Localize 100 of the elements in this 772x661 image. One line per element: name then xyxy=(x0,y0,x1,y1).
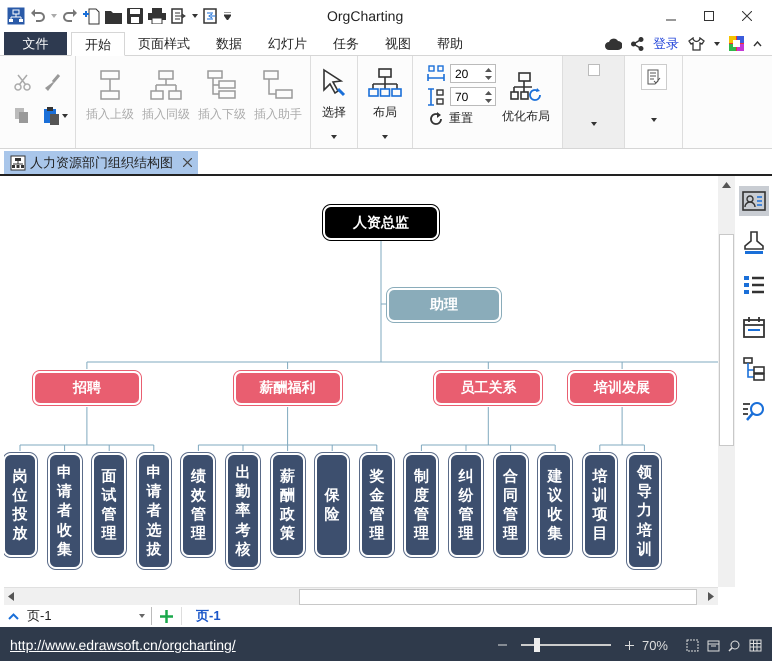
spin-field[interactable]: 20 xyxy=(450,64,496,83)
org-node[interactable]: 领导力培训 xyxy=(629,455,660,567)
vertical-spacing-icon xyxy=(427,88,445,106)
login-link[interactable]: 登录 xyxy=(653,34,679,52)
vertical-scrollbar[interactable] xyxy=(718,176,735,587)
window-title: OrgCharting xyxy=(326,8,404,24)
org-node[interactable]: 薪酬政策 xyxy=(272,455,303,555)
zoom-icon[interactable] xyxy=(728,638,741,652)
menu-tab[interactable]: 帮助 xyxy=(424,32,476,55)
side-panel-button[interactable] xyxy=(738,186,768,216)
reset-button[interactable]: 重置 xyxy=(427,110,492,127)
calendar-icon xyxy=(742,316,764,338)
document-tab[interactable]: 人力资源部门组织结构图 xyxy=(4,151,198,174)
org-node[interactable]: 出勤率考核 xyxy=(228,455,258,567)
org-layout-icon xyxy=(368,68,402,98)
redo-icon[interactable] xyxy=(62,8,78,24)
close-icon[interactable] xyxy=(742,11,752,21)
save-icon[interactable] xyxy=(127,8,143,24)
zoom-percentage: 70% xyxy=(642,638,668,652)
org-node[interactable]: 保险 xyxy=(317,455,348,555)
menu-tab[interactable]: 视图 xyxy=(372,32,424,55)
select-button[interactable]: 选择 xyxy=(319,66,349,141)
brush-icon xyxy=(742,231,764,255)
org-node[interactable]: 面试管理 xyxy=(94,455,124,555)
expand-up-icon[interactable] xyxy=(8,612,19,620)
org-node[interactable]: 制度管理 xyxy=(406,455,436,555)
search-icon xyxy=(742,400,766,422)
org-refresh-icon xyxy=(510,72,542,102)
cloud-icon[interactable] xyxy=(605,38,622,50)
spin-field[interactable]: 70 xyxy=(450,87,496,106)
copy-icon[interactable] xyxy=(14,107,30,124)
document-check-icon xyxy=(646,69,660,85)
org-node[interactable]: 纠纷管理 xyxy=(451,455,481,555)
menu-tab[interactable]: 幻灯片 xyxy=(255,32,320,55)
tree-structure-icon xyxy=(742,357,764,381)
refresh-icon xyxy=(429,112,443,126)
org-node[interactable]: 绩效管理 xyxy=(183,455,214,555)
org-node[interactable]: 培训项目 xyxy=(584,455,615,555)
checkbox[interactable] xyxy=(588,64,600,76)
website-link[interactable]: http://www.edrawsoft.cn/orgcharting/ xyxy=(10,637,236,653)
caret-icon[interactable] xyxy=(590,122,596,126)
page-view-icon[interactable] xyxy=(707,638,720,652)
scroll-up-icon[interactable] xyxy=(722,182,731,188)
optimize-layout-button[interactable]: 优化布局 xyxy=(500,64,552,127)
undo-icon[interactable] xyxy=(30,8,46,24)
horizontal-spacing-icon xyxy=(427,64,445,82)
caret-icon xyxy=(139,614,145,618)
caret-icon[interactable] xyxy=(650,118,656,122)
org-node[interactable]: 申请者选拔 xyxy=(138,455,169,567)
format-painter-icon[interactable] xyxy=(44,74,61,91)
fit-page-icon[interactable] xyxy=(686,638,699,652)
shirt-icon[interactable] xyxy=(688,36,705,50)
collapse-ribbon-icon[interactable] xyxy=(753,40,762,46)
add-page-icon[interactable] xyxy=(160,610,173,622)
org-node[interactable]: 人资总监 xyxy=(325,207,437,238)
menu-tab[interactable]: 数据 xyxy=(203,32,255,55)
insert-sibling-icon xyxy=(150,70,182,100)
menu-tab[interactable]: 页面样式 xyxy=(125,32,203,55)
contact-card-icon xyxy=(742,191,766,211)
connector-line xyxy=(599,406,645,452)
menu-tab[interactable]: 任务 xyxy=(320,32,372,55)
import-icon[interactable] xyxy=(203,8,219,24)
org-node[interactable]: 岗位投放 xyxy=(5,455,35,555)
color-palette-icon[interactable] xyxy=(729,36,744,51)
caret-icon[interactable] xyxy=(714,42,720,46)
horizontal-scrollbar[interactable] xyxy=(4,587,718,605)
menu-tab[interactable]: 开始 xyxy=(71,32,125,56)
notes-button[interactable] xyxy=(640,64,666,90)
page-dropdown[interactable]: 页-1 xyxy=(27,607,152,625)
caret-icon xyxy=(382,135,388,139)
print-icon[interactable] xyxy=(148,8,166,24)
caret-icon xyxy=(331,135,337,139)
org-node[interactable]: 奖金管理 xyxy=(362,455,392,555)
document-tab-title: 人力资源部门组织结构图 xyxy=(30,154,173,172)
cursor-icon xyxy=(321,68,347,98)
export-icon[interactable] xyxy=(171,8,187,24)
zoom-in-icon[interactable] xyxy=(624,640,634,650)
list-icon xyxy=(742,275,764,295)
maximize-icon[interactable] xyxy=(704,11,714,21)
scroll-right-icon[interactable] xyxy=(708,592,714,601)
paste-icon[interactable] xyxy=(44,107,60,125)
menu-tab[interactable]: 文件 xyxy=(4,32,67,55)
insert-assistant-icon xyxy=(263,70,293,100)
app-logo-icon[interactable] xyxy=(7,7,25,25)
new-file-icon[interactable] xyxy=(83,8,100,24)
insert-child-icon xyxy=(207,70,237,100)
share-icon[interactable] xyxy=(631,36,644,50)
org-node[interactable]: 合同管理 xyxy=(496,455,526,555)
org-node[interactable]: 申请者收集 xyxy=(50,455,80,567)
close-icon[interactable] xyxy=(183,158,192,167)
caret-icon[interactable] xyxy=(192,14,198,18)
more-caret-icon[interactable] xyxy=(224,12,231,20)
scroll-left-icon[interactable] xyxy=(8,592,14,601)
grid-icon[interactable] xyxy=(749,638,762,652)
org-node[interactable]: 建议收集 xyxy=(540,455,570,555)
caret-icon[interactable] xyxy=(62,114,68,118)
layout-button[interactable]: 布局 xyxy=(366,66,404,141)
page-tab[interactable]: 页-1 xyxy=(181,607,235,625)
org-document-icon xyxy=(10,154,26,170)
folder-icon[interactable] xyxy=(105,8,122,24)
